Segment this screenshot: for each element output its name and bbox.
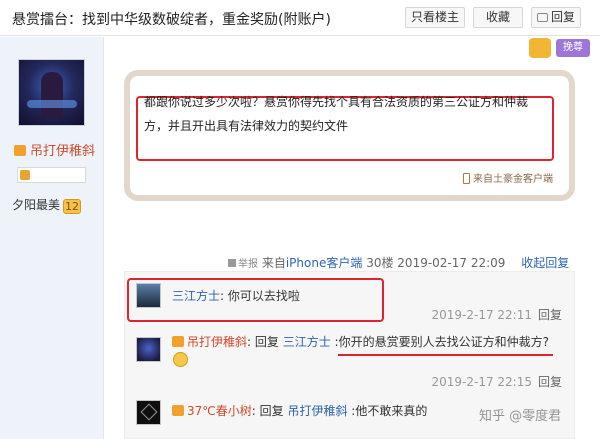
level-info: 夕阳最美 12	[12, 196, 82, 214]
reply-time: 2019-2-17 22:15	[431, 375, 532, 389]
reply-username[interactable]: 三江方士	[172, 289, 220, 303]
reply-text: 你可以去找啦	[227, 289, 300, 303]
reply-username[interactable]: 春小树	[216, 404, 252, 418]
pentagram-icon	[140, 403, 158, 421]
post-text: 都跟你说过多少次啦？悬赏你得先找个具有合法资质的第三公证方和仲裁方，并且开出具有…	[144, 95, 529, 133]
reply-text: :你开的悬赏要别人去找公证方和仲裁方?	[330, 335, 549, 349]
comment-icon	[536, 13, 548, 22]
client-label: 来自土豪金客户端	[473, 174, 553, 185]
post-bubble: 都跟你说过多少次啦？悬赏你得先找个具有合法资质的第三公证方和仲裁方，并且开出具有…	[124, 70, 575, 201]
crown-icon	[172, 336, 184, 347]
author-name-label: 吊打伊稚斜	[30, 144, 96, 159]
only-op-button[interactable]: 只看楼主	[405, 7, 465, 28]
thread-header: 悬赏擂台：找到中华级数破绽者，重金奖励(附账户) 只看楼主 收藏 回复	[0, 0, 600, 36]
reply-separator: :	[251, 404, 260, 418]
report-link[interactable]: 举报	[228, 259, 258, 270]
phone-icon	[463, 173, 470, 184]
reply-separator: :	[220, 289, 228, 303]
reply-button[interactable]: 回复	[531, 7, 581, 28]
reply-word: 回复	[254, 335, 283, 349]
author-name[interactable]: 吊打伊稚斜	[14, 140, 95, 159]
reply-item: 三江方士: 你可以去找啦	[172, 287, 300, 304]
temperature-badge: 37℃	[187, 404, 216, 418]
reply-action-link[interactable]: 回复	[538, 375, 562, 389]
collapse-replies-link[interactable]: 收起回复	[521, 256, 569, 270]
post-client-tag: 来自土豪金客户端	[463, 170, 553, 185]
post-meta: 举报 来自iPhone客户端 30楼 2019-02-17 22:09 收起回复	[228, 254, 569, 271]
level-badge: 12	[63, 199, 82, 214]
feature-card-badge[interactable]: 挽尊	[556, 39, 590, 57]
reply-separator: :	[247, 335, 255, 349]
reply-meta: 2019-2-17 22:11 回复	[431, 306, 562, 323]
post-time: 2019-02-17 22:09	[397, 256, 506, 270]
favorite-button[interactable]: 收藏	[473, 7, 523, 28]
reply-avatar[interactable]	[136, 337, 161, 362]
reply-item: 吊打伊稚斜: 回复 三江方士 :你开的悬赏要别人去找公证方和仲裁方?	[172, 333, 549, 350]
warning-icon	[228, 259, 236, 267]
reply-to-username[interactable]: 三江方士	[283, 335, 331, 349]
reply-item: 37℃春小树: 回复 吊打伊稚斜 :他不敢来真的	[172, 402, 427, 419]
crown-icon	[14, 145, 26, 156]
reply-word: 回复	[259, 404, 288, 418]
source-prefix: 来自	[261, 256, 286, 270]
reply-action-link[interactable]: 回复	[538, 308, 562, 322]
report-label: 举报	[238, 259, 258, 270]
reply-username[interactable]: 吊打伊稚斜	[187, 335, 247, 349]
source-client-link[interactable]: iPhone客户端	[286, 256, 363, 270]
reply-to-username[interactable]: 吊打伊稚斜	[287, 404, 347, 418]
vip-icon	[529, 38, 551, 58]
highlight-underline	[338, 354, 553, 356]
reply-meta: 2019-2-17 22:15 回复	[431, 373, 562, 390]
level-name: 夕阳最美	[12, 198, 61, 212]
reply-avatar[interactable]	[136, 283, 161, 308]
reply-avatar[interactable]	[136, 400, 161, 425]
avatar-glow	[27, 100, 77, 108]
avatar-figure	[41, 72, 63, 118]
reply-button-label: 回复	[550, 10, 575, 24]
thread-title: 悬赏擂台：找到中华级数破绽者，重金奖励(附账户)	[12, 12, 331, 28]
author-avatar[interactable]	[18, 59, 85, 126]
author-sidebar: 吊打伊稚斜 夕阳最美 12	[0, 37, 104, 439]
reply-text: :他不敢来真的	[347, 404, 428, 418]
smile-emoji-icon	[173, 352, 188, 367]
floor-number: 30楼	[366, 256, 394, 270]
watermark: 知乎 @零度君	[479, 409, 562, 424]
reply-time: 2019-2-17 22:11	[431, 308, 532, 322]
badge-icon	[20, 170, 30, 180]
badge-strip	[17, 167, 86, 183]
crown-icon	[172, 405, 184, 416]
